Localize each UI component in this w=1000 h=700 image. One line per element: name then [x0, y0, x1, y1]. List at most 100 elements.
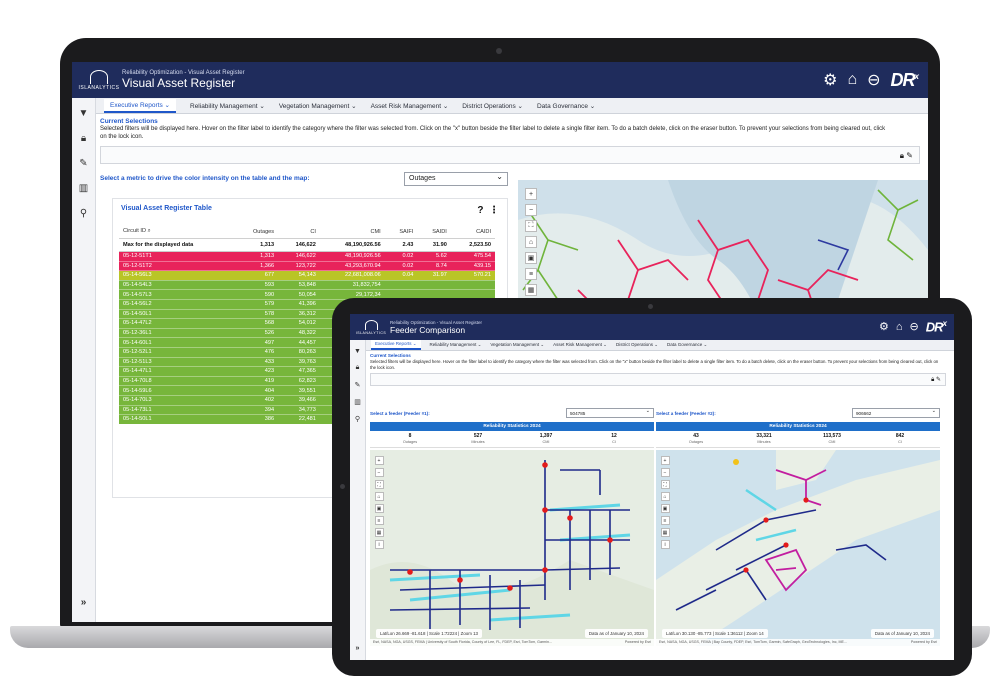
expand-rail-button[interactable]: » [356, 645, 360, 652]
lock-icon[interactable]: 🔒︎ [81, 133, 86, 144]
table-row[interactable]: 05-12-51T1 1,313 146,622 48,190,926.56 0.02 5… [119, 251, 495, 262]
zoom-in-icon[interactable]: + [660, 456, 670, 465]
tab-reliability-management[interactable]: Reliability Management ⌄ [190, 102, 265, 110]
table-cell: 590 [234, 289, 279, 300]
basemap-icon[interactable]: ▦ [374, 528, 384, 537]
map-pin-icon[interactable]: ⚲ [80, 208, 87, 219]
zoom-out-icon[interactable]: − [660, 468, 670, 477]
metric-select[interactable]: Outages [404, 171, 508, 186]
basemap-icon[interactable]: ▦ [660, 528, 670, 537]
tab-executive-reports[interactable]: Executive Reports ⌄ [371, 340, 421, 350]
map-pin-icon[interactable]: ⚲ [355, 415, 360, 423]
filter-icon[interactable]: ▼ [79, 108, 89, 119]
feeder-1-select[interactable]: 504785 [566, 408, 654, 418]
zoom-in-icon[interactable]: + [374, 456, 384, 465]
feeder-1-map[interactable]: + − ⛶ ⌂ ▣ ≡ ▦ i Lat/Lon 26.669 -81.618 |… [370, 450, 654, 646]
zoom-in-icon[interactable]: + [525, 188, 537, 200]
filter-box[interactable]: 🔒︎ ✎ [370, 373, 946, 387]
current-selections-title: Current Selections [100, 118, 158, 125]
gear-icon[interactable]: ⚙ [879, 320, 889, 333]
chart-icon[interactable]: ▥ [354, 398, 361, 406]
help-icon[interactable]: ? [477, 205, 483, 216]
table-cell: 05-12-52L1 [119, 347, 235, 358]
tab-reliability-management[interactable]: Reliability Management ⌄ [430, 342, 482, 348]
filter-box[interactable]: 🔒︎ ✎ [100, 145, 920, 164]
basemap-icon[interactable]: ▦ [525, 284, 537, 296]
table-cell: 433 [234, 357, 279, 368]
more-options-icon[interactable]: ⋮ [489, 205, 499, 216]
lock-icon[interactable]: 🔒︎ [356, 364, 360, 372]
tab-asset-risk-management[interactable]: Asset Risk Management ⌄ [371, 102, 449, 110]
fullscreen-icon[interactable]: ⛶ [525, 220, 537, 232]
tab-district-operations[interactable]: District Operations ⌄ [616, 342, 658, 348]
tab-executive-reports[interactable]: Executive Reports ⌄ [104, 98, 176, 113]
table-cell [384, 280, 418, 291]
tab-vegetation-management[interactable]: Vegetation Management ⌄ [490, 342, 544, 348]
tab-data-governance[interactable]: Data Governance ⌄ [537, 102, 595, 110]
powered-by-esri[interactable]: Powered by Esri [625, 640, 651, 645]
logo-text: ISLANALYTICS [355, 330, 387, 335]
zoom-out-icon[interactable]: − [525, 204, 537, 216]
bookmark-icon[interactable]: ▣ [374, 504, 384, 513]
home-icon[interactable]: ⌂ [525, 236, 537, 248]
table-cell: 578 [234, 309, 279, 320]
table-cell [417, 280, 451, 291]
eraser-icon[interactable]: ✎ [936, 377, 941, 383]
col-outages[interactable]: Outages [234, 225, 279, 239]
table-row[interactable]: 05-14-54L3 593 53,848 31,832,754 [119, 280, 495, 291]
tab-data-governance[interactable]: Data Governance ⌄ [667, 342, 707, 348]
powered-by-esri[interactable]: Powered by Esri [911, 640, 937, 645]
table-cell: 394 [234, 405, 279, 416]
col-saifi[interactable]: SAIFI [384, 225, 418, 239]
drx-logo-text: DR [925, 319, 944, 335]
lock-icon[interactable]: 🔒︎ [900, 151, 904, 160]
gear-icon[interactable]: ⚙ [823, 70, 837, 90]
col-cmi[interactable]: CMI [319, 225, 385, 239]
table-cell: 05-14-60L1 [119, 337, 235, 348]
logout-icon[interactable]: ⊖ [910, 320, 919, 333]
table-row[interactable]: 05-14-56L3 677 54,143 22,681,008.06 0.04 31.9… [119, 270, 495, 281]
search-icon[interactable]: ⌕ [148, 228, 151, 234]
table-cell: 05-14-56L2 [119, 299, 235, 310]
info-icon[interactable]: i [660, 540, 670, 549]
drx-logo[interactable]: DRx [891, 70, 920, 91]
home-icon[interactable]: ⌂ [847, 71, 857, 89]
bookmark-icon[interactable]: ▣ [660, 504, 670, 513]
table-row[interactable]: 05-12-51T2 1,366 123,722 43,293,670.94 0.02 8… [119, 261, 495, 272]
tablet-sensor [340, 484, 345, 489]
eraser-icon[interactable]: ✎ [79, 158, 87, 169]
expand-rail-button[interactable]: » [81, 597, 87, 608]
col-ci[interactable]: CI [278, 225, 320, 239]
feeder-2-map[interactable]: + − ⛶ ⌂ ▣ ≡ ▦ i Lat/Lon 30.130 -85.773 |… [656, 450, 940, 646]
home-icon[interactable]: ⌂ [896, 321, 903, 333]
tab-vegetation-management[interactable]: Vegetation Management ⌄ [279, 102, 357, 110]
logout-icon[interactable]: ⊖ [867, 70, 880, 90]
feeder-2-stats-title: Reliability Statistics 2024 [656, 422, 940, 431]
drx-logo[interactable]: DRx [925, 319, 947, 335]
feeder-2-select[interactable]: 906662 [852, 408, 940, 418]
zoom-out-icon[interactable]: − [374, 468, 384, 477]
col-saidi[interactable]: SAIDI [417, 225, 451, 239]
table-cell: 1,313 [234, 251, 279, 262]
layers-icon[interactable]: ≡ [525, 268, 537, 280]
bookmark-icon[interactable]: ▣ [525, 252, 537, 264]
home-icon[interactable]: ⌂ [374, 492, 384, 501]
tab-asset-risk-management[interactable]: Asset Risk Management ⌄ [553, 342, 607, 348]
info-icon[interactable]: i [374, 540, 384, 549]
filter-icon[interactable]: ▼ [354, 348, 361, 355]
layers-icon[interactable]: ≡ [374, 516, 384, 525]
eraser-icon[interactable]: ✎ [906, 151, 913, 160]
col-circuit-id[interactable]: Circuit ID ⌕ [119, 225, 235, 239]
lock-icon[interactable]: 🔒︎ [931, 377, 934, 383]
chart-icon[interactable]: ▥ [79, 183, 88, 194]
layers-icon[interactable]: ≡ [660, 516, 670, 525]
table-cell: 0.02 [384, 251, 418, 262]
table-cell: 39,551 [278, 385, 320, 396]
tab-district-operations[interactable]: District Operations ⌄ [462, 102, 523, 110]
eraser-icon[interactable]: ✎ [355, 381, 361, 389]
fullscreen-icon[interactable]: ⛶ [660, 480, 670, 489]
table-cell: 50,054 [278, 289, 320, 300]
home-icon[interactable]: ⌂ [660, 492, 670, 501]
fullscreen-icon[interactable]: ⛶ [374, 480, 384, 489]
col-caidi[interactable]: CAIDI [450, 225, 495, 239]
